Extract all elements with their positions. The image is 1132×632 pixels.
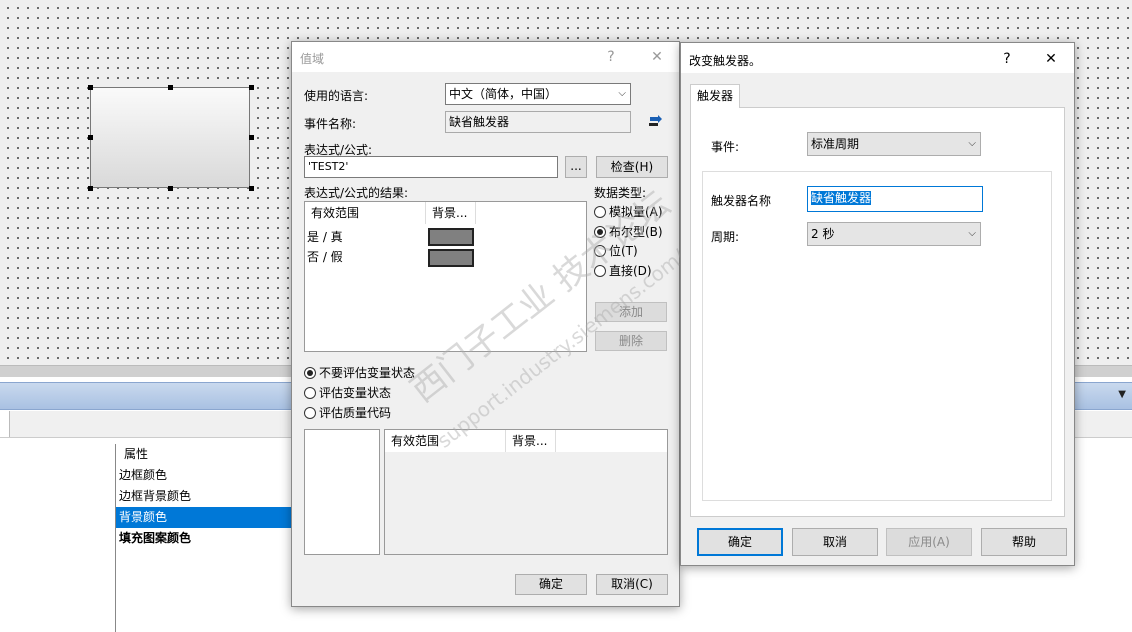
trigger-name-label: 触发器名称: [711, 194, 772, 208]
selection-handle[interactable]: [168, 186, 173, 191]
add-button[interactable]: 添加: [595, 302, 667, 322]
column-header-background[interactable]: 背景...: [426, 202, 476, 224]
selection-handle[interactable]: [249, 186, 254, 191]
data-type-label: 数据类型:: [594, 186, 647, 200]
column-header-range[interactable]: 有效范围: [305, 202, 426, 224]
column-header-range[interactable]: 有效范围: [385, 430, 506, 452]
property-item-border-color[interactable]: 边框颜色: [116, 465, 293, 486]
radio-bit[interactable]: 位(T): [594, 242, 638, 259]
selection-handle[interactable]: [88, 186, 93, 191]
event-select[interactable]: 标准周期 ⌵: [807, 132, 981, 156]
radio-eval-quality-label: 评估质量代码: [319, 406, 392, 420]
radio-analog-label: 模拟量(A): [609, 205, 663, 219]
tab-trigger[interactable]: 触发器: [690, 84, 740, 108]
radio-bit-label: 位(T): [609, 244, 638, 258]
radio-boolean[interactable]: 布尔型(B): [594, 223, 663, 240]
trigger-settings-group: 触发器名称 缺省触发器 周期: 2 秒 ⌵: [702, 171, 1052, 501]
result-row-range[interactable]: 是 / 真: [307, 228, 343, 245]
radio-direct[interactable]: 直接(D): [594, 262, 652, 279]
cancel-button[interactable]: 取消(C): [596, 574, 668, 595]
radio-boolean-label: 布尔型(B): [609, 225, 663, 239]
selection-handle[interactable]: [168, 85, 173, 90]
change-trigger-dialog: 改变触发器。 ? ✕ 触发器 事件: 标准周期 ⌵ 触发器名称 缺省触发器 周期…: [680, 42, 1075, 566]
browse-button[interactable]: ...: [565, 156, 587, 178]
selection-handle[interactable]: [88, 135, 93, 140]
period-select[interactable]: 2 秒 ⌵: [807, 222, 981, 246]
language-select[interactable]: 中文（简体，中国） ⌵: [445, 83, 631, 105]
property-list: 属性 边框颜色 边框背景颜色 背景颜色 填充图案颜色: [115, 444, 293, 632]
radio-no-eval-label: 不要评估变量状态: [319, 366, 416, 380]
trigger-name-input[interactable]: 缺省触发器: [807, 186, 983, 212]
ok-button[interactable]: 确定: [515, 574, 587, 595]
help-icon[interactable]: ?: [996, 48, 1018, 70]
trigger-edit-icon[interactable]: [648, 114, 662, 126]
value-dialog-title: 值域: [300, 52, 325, 66]
property-list-header: 属性: [124, 447, 149, 461]
cancel-button[interactable]: 取消: [792, 528, 878, 556]
result-row-range[interactable]: 否 / 假: [307, 248, 343, 265]
chevron-down-icon: ⌵: [968, 138, 976, 149]
help-icon[interactable]: ?: [600, 46, 622, 68]
expression-input[interactable]: 'TEST2': [304, 156, 558, 178]
trigger-tab-panel: 事件: 标准周期 ⌵ 触发器名称 缺省触发器 周期: 2 秒 ⌵: [690, 107, 1065, 517]
radio-direct-label: 直接(D): [609, 264, 652, 278]
dropdown-arrow-icon[interactable]: ▼: [1118, 389, 1126, 400]
rectangle-object[interactable]: [90, 87, 250, 188]
property-item-background-color[interactable]: 背景颜色: [116, 507, 293, 528]
period-value: 2 秒: [811, 227, 835, 241]
close-icon[interactable]: ✕: [1040, 48, 1062, 70]
event-name-field: 缺省触发器: [445, 111, 631, 133]
result-label: 表达式/公式的结果:: [304, 186, 409, 200]
trigger-dialog-title: 改变触发器。: [689, 54, 762, 68]
value-range-dialog: 值域 ? ✕ 使用的语言: 中文（简体，中国） ⌵ 事件名称: 缺省触发器 表达…: [291, 41, 680, 607]
lower-right-table[interactable]: 有效范围 背景...: [384, 429, 668, 555]
event-value: 标准周期: [811, 137, 860, 151]
radio-eval-quality[interactable]: 评估质量代码: [304, 404, 391, 421]
chevron-down-icon: ⌵: [618, 88, 626, 99]
properties-tab[interactable]: [0, 411, 10, 437]
help-button[interactable]: 帮助: [981, 528, 1067, 556]
radio-analog[interactable]: 模拟量(A): [594, 203, 663, 220]
language-label: 使用的语言:: [304, 89, 369, 103]
check-button[interactable]: 检查(H): [596, 156, 668, 178]
apply-button[interactable]: 应用(A): [886, 528, 972, 556]
trigger-dialog-titlebar: 改变触发器。 ? ✕: [681, 43, 1074, 73]
radio-no-eval[interactable]: 不要评估变量状态: [304, 364, 415, 381]
radio-eval-status-label: 评估变量状态: [319, 386, 392, 400]
selection-handle[interactable]: [249, 85, 254, 90]
value-dialog-titlebar: 值域 ? ✕: [292, 42, 679, 72]
language-value: 中文（简体，中国）: [449, 87, 558, 101]
selection-handle[interactable]: [249, 135, 254, 140]
result-table[interactable]: 有效范围 背景... 是 / 真 否 / 假: [304, 201, 587, 352]
trigger-name-value: 缺省触发器: [811, 191, 872, 205]
property-item-border-background-color[interactable]: 边框背景颜色: [116, 486, 293, 507]
close-icon[interactable]: ✕: [646, 46, 668, 68]
column-header-empty: [556, 430, 667, 452]
column-header-background[interactable]: 背景...: [506, 430, 556, 452]
event-label: 事件:: [711, 140, 740, 154]
period-label: 周期:: [711, 230, 740, 244]
property-item-fill-pattern-color[interactable]: 填充图案颜色: [116, 528, 293, 549]
color-swatch[interactable]: [428, 249, 474, 267]
radio-eval-status[interactable]: 评估变量状态: [304, 384, 391, 401]
delete-button[interactable]: 删除: [595, 331, 667, 351]
event-name-label: 事件名称:: [304, 117, 357, 131]
color-swatch[interactable]: [428, 228, 474, 246]
chevron-down-icon: ⌵: [968, 228, 976, 239]
ok-button[interactable]: 确定: [697, 528, 783, 556]
lower-left-list[interactable]: [304, 429, 380, 555]
selection-handle[interactable]: [88, 85, 93, 90]
